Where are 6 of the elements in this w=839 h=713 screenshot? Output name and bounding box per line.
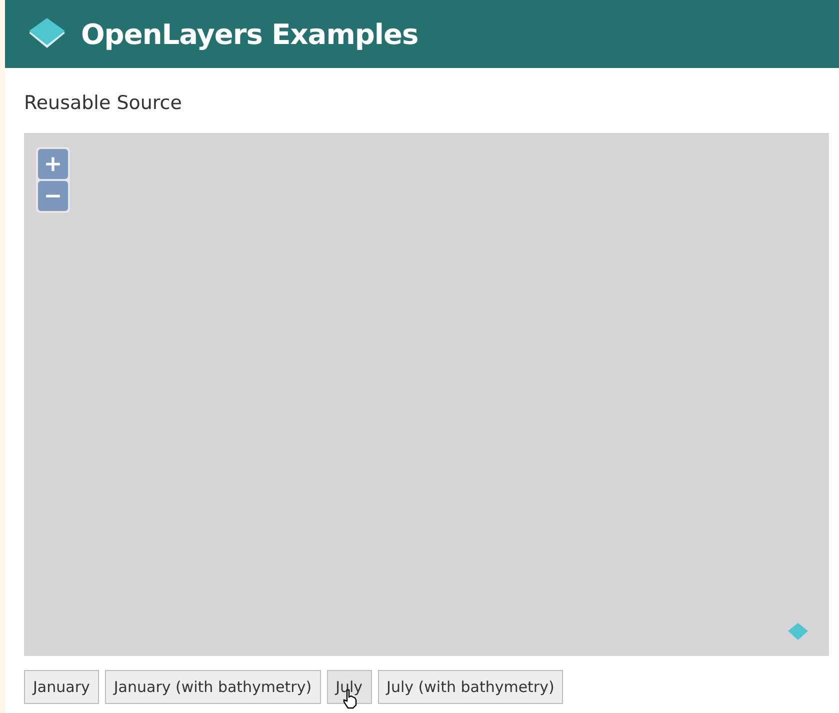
logo-icon[interactable] (787, 620, 809, 642)
month-button[interactable]: January (with bathymetry) (104, 670, 321, 704)
month-button[interactable]: July (with bathymetry) (378, 670, 564, 704)
app-title: OpenLayers Examples (81, 18, 418, 50)
month-button[interactable]: January (24, 670, 99, 704)
example-title: Reusable Source (24, 92, 183, 116)
